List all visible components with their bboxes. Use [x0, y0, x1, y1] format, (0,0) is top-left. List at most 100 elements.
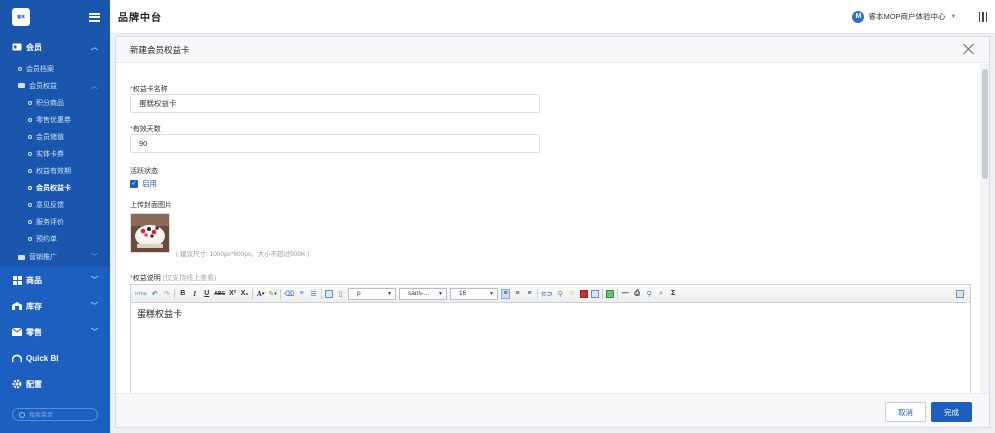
sidebar-item-member-profile[interactable]: 会员档案 — [0, 60, 110, 77]
sidebar-item-rights-validity[interactable]: 权益有效期 — [0, 162, 110, 179]
emoji-icon[interactable]: ☺ — [568, 289, 577, 299]
sidebar-item-rights-card[interactable]: 会员权益卡 — [0, 179, 110, 196]
fullscreen-icon[interactable] — [956, 289, 964, 298]
menu-item-label: 会员 — [26, 42, 42, 52]
image-icon[interactable] — [590, 289, 599, 298]
circle-icon — [28, 202, 32, 207]
menu-item-inventory[interactable]: 库存 ﹀ — [0, 293, 110, 319]
print-icon[interactable]: ⎙ — [633, 289, 642, 299]
sidebar-item-service-review[interactable]: 服务评价 — [0, 213, 110, 230]
menu-item-label: 零售 — [26, 327, 42, 337]
paragraph-format-select[interactable]: p ▼ — [348, 287, 396, 300]
subscript-button[interactable]: X₂ — [240, 289, 249, 299]
sidebar-item-label: 积分商品 — [36, 99, 64, 107]
sidebar-item-member-rights[interactable]: 会员权益 ︿ — [0, 77, 110, 94]
rich-text-editor: HTML ↶ ↷ B I U ABC X² X₂ A▾ ✎▾ ⌫ ≡ ☰ ▯ — [130, 284, 971, 394]
highlight-icon[interactable]: ✎ ▾ — [268, 289, 277, 299]
italic-button[interactable]: I — [190, 289, 199, 299]
circle-icon — [28, 117, 32, 122]
menu-item-label: 配置 — [26, 379, 42, 389]
menu-search-input[interactable]: 搜索菜单 — [12, 408, 98, 421]
circle-icon — [28, 219, 32, 224]
brand-title: 品牌中台 — [118, 13, 162, 24]
select-all-icon[interactable] — [325, 289, 333, 298]
superscript-button[interactable]: X² — [228, 289, 237, 299]
warehouse-icon — [12, 302, 22, 310]
close-icon[interactable] — [963, 43, 975, 55]
align-left-icon[interactable]: ≡ — [501, 288, 510, 299]
confirm-button[interactable]: 完成 — [931, 402, 972, 422]
sidebar-item-label: 会员储值 — [36, 133, 64, 141]
active-status-label: 活跃状态 — [130, 168, 158, 175]
sidebar-item-label: 营销推广 — [29, 254, 57, 261]
circle-icon — [28, 185, 32, 190]
valid-days-input[interactable]: 90 — [130, 134, 540, 153]
preview-icon[interactable]: ⚲ — [645, 289, 654, 299]
horizontal-rule-icon[interactable]: — — [621, 289, 630, 299]
menu-item-label: 库存 — [26, 301, 42, 311]
sidebar-item-label: 权益有效期 — [36, 167, 71, 175]
circle-icon — [28, 134, 32, 139]
align-right-icon[interactable]: ≡ — [525, 289, 534, 299]
menu-item-retail[interactable]: 零售 ﹀ — [0, 319, 110, 345]
store-switcher[interactable]: M 睿本MOP商户体验中心 ▼ — [852, 10, 957, 23]
bold-button[interactable]: B — [178, 289, 187, 299]
sidebar-item-label: 会员权益 — [29, 82, 57, 90]
search-replace-icon[interactable]: ⌕ — [657, 289, 666, 299]
map-icon[interactable] — [605, 289, 614, 298]
formula-button[interactable]: Σ — [669, 289, 678, 299]
circle-icon — [28, 100, 32, 105]
folder-icon — [18, 83, 25, 88]
sidebar-item-physical-card[interactable]: 实体卡券 — [0, 145, 110, 162]
font-color-button[interactable]: A ▾ — [256, 289, 265, 299]
unlink-icon[interactable]: ⚲ — [556, 289, 565, 299]
align-center-icon[interactable]: ≡ — [513, 289, 522, 299]
sidebar-item-points-goods[interactable]: 积分商品 — [0, 94, 110, 111]
menu-item-goods[interactable]: 商品 ﹀ — [0, 267, 110, 293]
dialog-header: 新建会员权益卡 — [116, 37, 989, 63]
undo-icon[interactable]: ↶ — [150, 289, 159, 299]
mail-icon — [12, 328, 22, 336]
sidebar-item-label: 会员权益卡 — [36, 184, 71, 192]
sidebar-item-coupons[interactable]: 零售优惠券 — [0, 111, 110, 128]
search-placeholder: 搜索菜单 — [29, 413, 54, 419]
redo-icon[interactable]: ↷ — [162, 289, 171, 299]
link-icon[interactable]: ⊂⊃ — [541, 289, 553, 299]
ordered-list-icon[interactable]: ≡ — [297, 289, 306, 299]
video-icon[interactable] — [579, 289, 588, 298]
menu-item-config[interactable]: 配置 — [0, 371, 110, 397]
clear-doc-icon[interactable]: ▯ — [336, 289, 345, 299]
sidebar-item-marketing[interactable]: 营销推广 ﹀ — [0, 247, 110, 267]
sidebar-item-feedback[interactable]: 意见反馈 — [0, 196, 110, 213]
sidebar-item-reservation[interactable]: 预约单 — [0, 230, 110, 247]
font-family-select[interactable]: sans-... ▼ — [399, 287, 447, 300]
card-name-input[interactable]: 蛋糕权益卡 — [130, 94, 540, 113]
html-source-button[interactable]: HTML — [135, 289, 147, 299]
cancel-button[interactable]: 取消 — [885, 402, 926, 422]
sidebar: 睿本 会员 ︿ 会员档案 会员权益 ︿ 积分商品 零售优惠券 会员储值 实体卡券 … — [0, 0, 110, 433]
member-card-icon — [12, 43, 22, 51]
cover-size-hint: ( 建议尺寸: 1000px*600px，大小不超过500K ) — [176, 251, 310, 258]
strikethrough-button[interactable]: ABC — [214, 289, 225, 299]
app-logo[interactable]: 睿本 — [12, 8, 30, 26]
sidebar-item-label: 零售优惠券 — [36, 116, 71, 124]
folder-icon — [18, 254, 25, 260]
enable-checkbox[interactable]: ✓ 启用 — [130, 178, 157, 189]
unordered-list-icon[interactable]: ☰ — [309, 289, 318, 299]
editor-content-area[interactable]: 蛋糕权益卡 — [131, 303, 970, 324]
dialog-scrollbar-thumb[interactable] — [982, 69, 988, 179]
hamburger-menu-icon[interactable] — [89, 12, 100, 22]
columns-icon[interactable] — [978, 11, 987, 22]
cover-image-thumbnail[interactable] — [130, 213, 170, 253]
sidebar-item-label: 预约单 — [36, 235, 57, 243]
chevron-down-icon: ﹀ — [91, 277, 98, 284]
underline-button[interactable]: U — [202, 289, 211, 299]
gauge-icon — [12, 354, 22, 362]
eraser-icon[interactable]: ⌫ — [284, 289, 294, 299]
search-icon — [19, 411, 25, 418]
font-size-select[interactable]: 16 ▼ — [450, 287, 498, 300]
menu-item-quickbi[interactable]: Quick BI — [0, 345, 110, 371]
menu-item-member[interactable]: 会员 ︿ — [0, 34, 110, 60]
sidebar-item-stored-value[interactable]: 会员储值 — [0, 128, 110, 145]
chevron-down-icon: ﹀ — [91, 303, 98, 310]
